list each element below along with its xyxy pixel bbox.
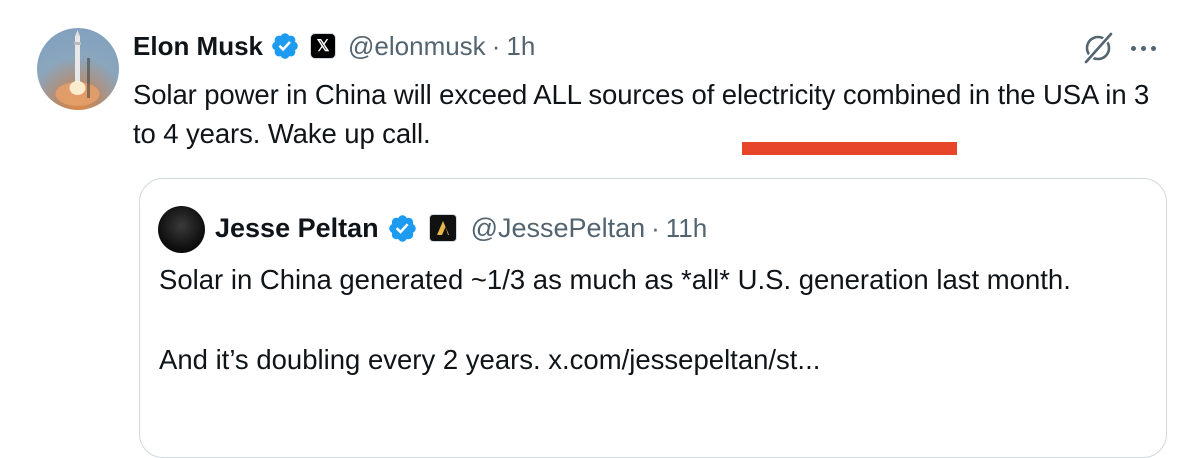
quoted-timestamp[interactable]: 11h [666,213,707,244]
separator: · [491,30,501,61]
author-handle[interactable]: @elonmusk [348,31,486,62]
more-icon[interactable] [1131,39,1165,57]
quoted-author-handle[interactable]: @JessePeltan [471,213,646,244]
grok-icon[interactable] [1081,31,1115,65]
quoted-author-name[interactable]: Jesse Peltan [215,213,379,244]
author-name[interactable]: Elon Musk [133,31,263,62]
verified-badge-icon[interactable] [270,31,300,61]
quoted-tweet-text: Solar in China generated ~1/3 as much as… [159,260,1149,380]
tweet[interactable]: Elon Musk 𝕏 @elonmusk · 1h Solar power i… [0,0,1184,458]
quoted-tweet-header: Jesse Peltan @JessePeltan · 11h [215,209,707,247]
quoted-avatar[interactable] [158,206,205,253]
x-logo-icon[interactable]: 𝕏 [310,33,337,59]
red-underline-annotation [742,142,957,155]
separator: · [651,212,660,243]
quoted-text-line2: And it’s doubling every 2 years. x.com/j… [159,344,821,375]
tweet-header: Elon Musk 𝕏 @elonmusk · 1h [133,28,535,64]
rocket-launch-image [55,30,100,106]
affiliate-logo-icon[interactable] [428,214,457,242]
avatar[interactable] [37,28,119,110]
tweet-text: Solar power in China will exceed ALL sou… [133,79,1150,149]
verified-badge-icon[interactable] [387,213,418,244]
timestamp[interactable]: 1h [506,31,535,62]
quoted-text-line1: Solar in China generated ~1/3 as much as… [159,264,1071,295]
